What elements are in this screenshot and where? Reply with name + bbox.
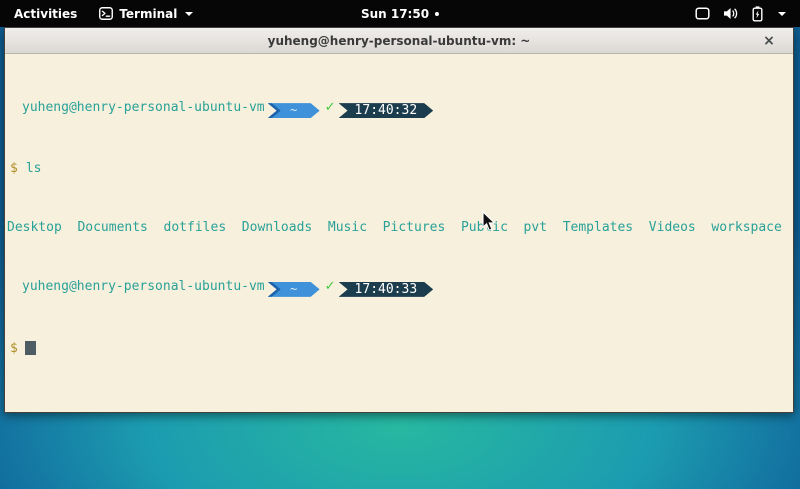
prompt-user: yuheng@henry-personal-ubuntu-vm [22,100,265,115]
prompt-user: yuheng@henry-personal-ubuntu-vm [22,279,265,294]
window-title: yuheng@henry-personal-ubuntu-vm: ~ [268,34,531,48]
terminal-icon [99,7,113,20]
powerline-time-segment: 17:40:32 [339,103,434,118]
input-line[interactable]: $ [5,341,793,357]
clock-label: Sun 17:50 [361,7,429,21]
prompt-symbol: $ [10,341,18,356]
powerline-path-segment: ~ [268,103,320,118]
terminal-window: yuheng@henry-personal-ubuntu-vm: ~ × yuh… [4,27,794,413]
close-button[interactable]: × [759,28,779,54]
system-tray[interactable] [687,0,794,27]
prompt-line: yuheng@henry-personal-ubuntu-vm~ ✓17:40:3… [5,101,793,118]
command-line: $ ls [5,162,793,177]
activities-button[interactable]: Activities [0,0,91,27]
terminal-cursor [25,341,36,355]
powerline-time-segment: 17:40:33 [339,282,434,297]
app-menu-label: Terminal [119,7,177,21]
battery-charging-icon [752,6,763,22]
typed-command: ls [26,161,42,176]
clock-button[interactable]: Sun 17:50 [361,0,439,27]
activities-label: Activities [14,7,77,21]
powerline-path-segment: ~ [268,282,320,297]
status-check-icon: ✓ [325,100,336,115]
chevron-down-icon [185,12,193,16]
terminal-content[interactable]: yuheng@henry-personal-ubuntu-vm~✓17:40:3… [5,54,793,412]
top-bar: Activities Terminal Sun 17:50 [0,0,800,27]
window-titlebar[interactable]: yuheng@henry-personal-ubuntu-vm: ~ × [5,28,793,54]
notification-dot-icon [435,12,439,16]
ls-output: Desktop Documents dotfiles Downloads Mus… [5,221,793,236]
volume-icon [723,7,739,20]
status-check-icon: ✓ [325,279,336,294]
chevron-down-icon [778,12,786,16]
screen-icon [695,7,710,20]
prompt-symbol: $ [10,161,18,176]
prompt-line: yuheng@henry-personal-ubuntu-vm~ ✓17:40:3… [5,280,793,297]
mouse-pointer-icon [482,211,496,236]
app-menu-terminal[interactable]: Terminal [91,0,201,27]
